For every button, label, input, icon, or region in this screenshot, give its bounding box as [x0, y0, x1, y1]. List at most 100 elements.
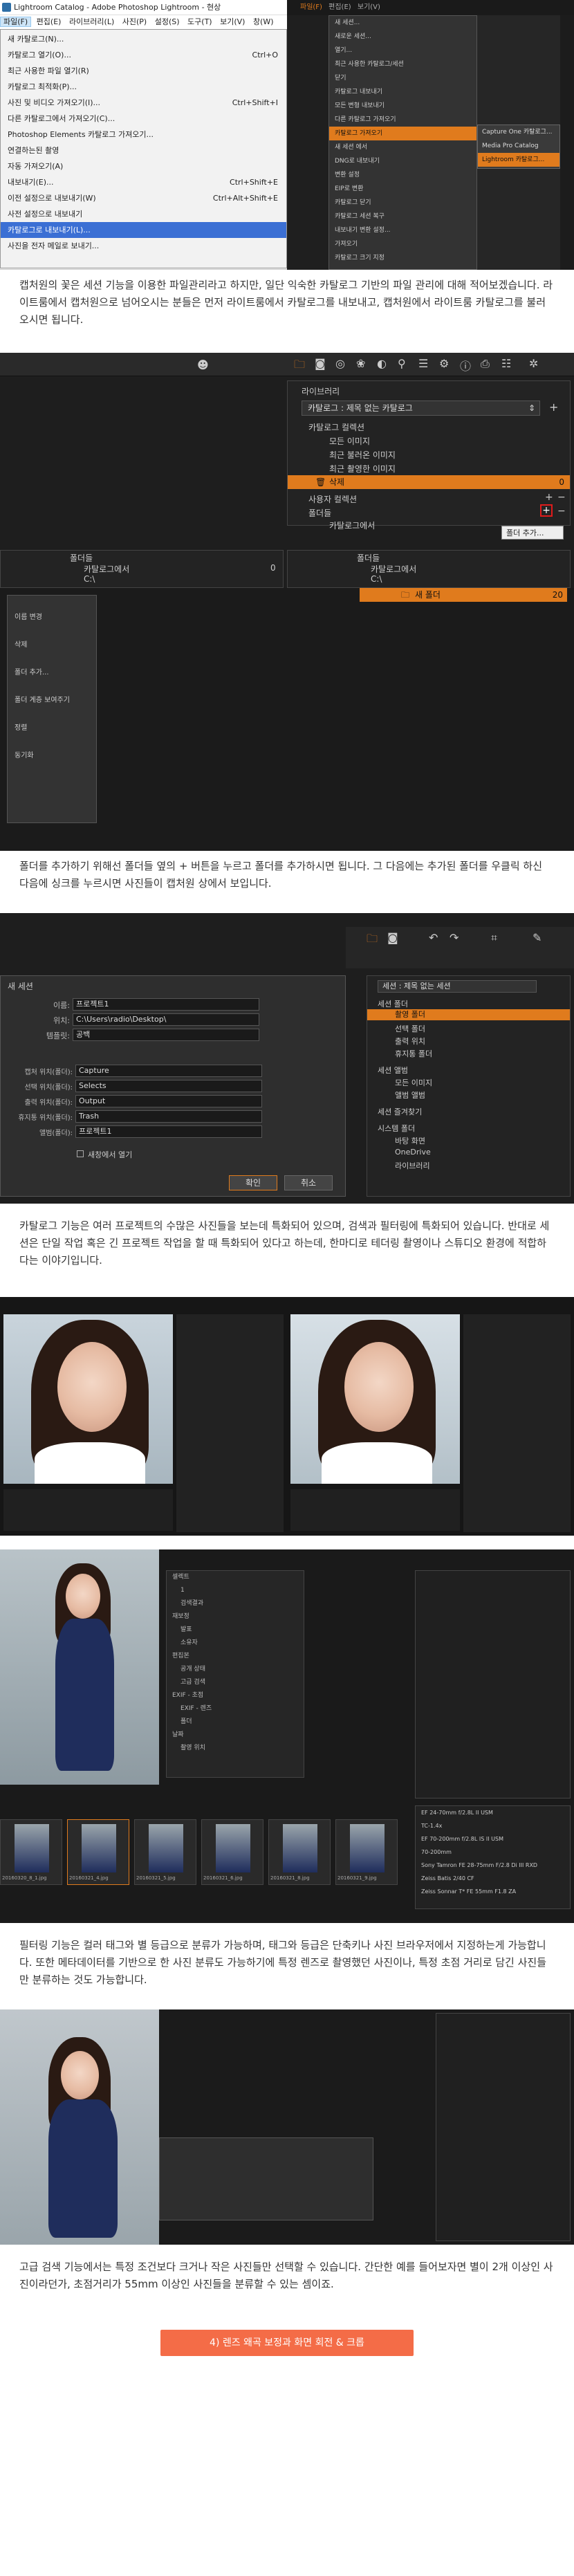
context-menu-item[interactable]: 폴더 계층 보여주기 — [8, 692, 96, 709]
folder-icon[interactable]: 🗀 — [294, 357, 305, 376]
folders-left-drive[interactable]: C:\ — [84, 574, 95, 584]
pen-icon[interactable]: ✎ — [533, 931, 541, 944]
file-menu-item[interactable]: 사진 및 비디오 가져오기(I)... Ctrl+Shift+I — [1, 95, 286, 111]
menu-tools[interactable]: 도구(T) — [185, 17, 215, 26]
filter-item[interactable]: 소유자 — [167, 1637, 304, 1650]
lens-icon[interactable]: ◎ — [335, 357, 345, 370]
captureone-menu-item[interactable]: EIP로 변환 — [329, 182, 476, 196]
context-menu-item[interactable]: 동기화 — [8, 748, 96, 764]
dialog-field-input[interactable]: C:\Users\radio\Desktop\ — [73, 1013, 259, 1026]
thumbnail[interactable]: 20160321_4.jpg — [67, 1819, 129, 1885]
menu-photo[interactable]: 사진(P) — [120, 17, 149, 26]
session-select-folder[interactable]: 선택 폴더 — [395, 1023, 425, 1034]
collection-all-images[interactable]: 모든 이미지 — [329, 435, 370, 447]
file-menu-item[interactable]: 내보내기(E)... Ctrl+Shift+E — [1, 174, 286, 190]
ok-button[interactable]: 확인 — [229, 1175, 277, 1190]
session-trash-folder[interactable]: 휴지통 폴더 — [395, 1048, 432, 1059]
captureone-menu-item[interactable]: 새 세션 에서 — [329, 140, 476, 154]
menu-window[interactable]: 창(W) — [250, 17, 277, 26]
undo-icon[interactable]: ↶ — [429, 931, 438, 944]
thumbnail[interactable]: 20160321_6.jpg — [201, 1819, 263, 1885]
layers-icon[interactable]: ☰ — [418, 357, 428, 370]
section-button[interactable]: 4) 렌즈 왜곡 보정과 화면 회전 & 크롭 — [160, 2330, 414, 2356]
filter-item[interactable]: 재보정 — [167, 1610, 304, 1623]
menu-settings[interactable]: 설정(S) — [152, 17, 183, 26]
color-icon[interactable]: ❀ — [356, 357, 365, 370]
captureone-menu-item[interactable]: 카탈로그 닫기 — [329, 196, 476, 210]
file-menu-item[interactable]: 이전 설정으로 내보내기(W) Ctrl+Alt+Shift+E — [1, 190, 286, 206]
captureone-menu-item[interactable]: 카탈로그 크기 지정 — [329, 251, 476, 265]
captureone-menu-item[interactable]: 카탈로그 가져오기 — [329, 127, 476, 140]
camera-icon[interactable]: ◙ — [387, 931, 398, 944]
context-menu-item[interactable]: 삭제 — [8, 637, 96, 654]
folder-icon[interactable]: 🗀 — [367, 931, 378, 950]
exposure-icon[interactable]: ◐ — [377, 357, 387, 370]
context-menu-item[interactable]: 폴더 추가... — [8, 665, 96, 681]
captureone-menu-item[interactable]: 내보내기 변환 설정... — [329, 223, 476, 237]
dialog-folder-input[interactable]: Output — [75, 1095, 262, 1107]
collection-recent-captured[interactable]: 최근 촬영한 이미지 — [329, 463, 396, 475]
lens-list-item[interactable]: Zeiss Batis 2/40 CF — [416, 1872, 570, 1885]
menu-view[interactable]: 보기(V) — [217, 17, 248, 26]
captureone-menu-item[interactable]: 모든 변형 내보내기 — [329, 99, 476, 113]
adjust-icon[interactable]: ⚙ — [439, 357, 449, 370]
dialog-folder-input[interactable]: Capture — [75, 1065, 262, 1077]
system-onedrive[interactable]: OneDrive — [395, 1148, 431, 1157]
context-menu-item[interactable]: 이름 변경 — [8, 609, 96, 626]
import-submenu-item[interactable]: Media Pro Catalog — [478, 139, 559, 153]
user-collections-minus-icon[interactable]: − — [557, 492, 566, 503]
filter-item[interactable]: 셀렉트 — [167, 1571, 304, 1584]
captureone-menu-item[interactable]: 최근 사용한 카탈로그/세션 — [329, 57, 476, 71]
filter-item[interactable]: 촬영 위치 — [167, 1742, 304, 1755]
file-menu-item[interactable]: Photoshop Elements 카탈로그 가져오기... — [1, 127, 286, 142]
dialog-folder-input[interactable]: Trash — [75, 1110, 262, 1123]
system-desktop[interactable]: 바탕 화면 — [395, 1135, 425, 1146]
session-all-images[interactable]: 모든 이미지 — [395, 1077, 432, 1088]
metadata-icon[interactable]: ⓘ — [460, 357, 471, 374]
settings-icon[interactable]: ✲ — [529, 357, 538, 370]
camera-icon[interactable]: ◙ — [315, 357, 326, 370]
thumbnail[interactable]: 20160320_8_1.jpg — [0, 1819, 62, 1885]
dialog-field-input[interactable]: 공백 — [73, 1029, 259, 1041]
session-output-folder[interactable]: 출력 위치 — [395, 1036, 425, 1047]
lens-list-item[interactable]: 70-200mm — [416, 1846, 570, 1859]
file-menu-item[interactable]: 사전 설정으로 내보내기 — [1, 206, 286, 222]
captureone-menu-item[interactable]: DNG로 내보내기 — [329, 154, 476, 168]
captureone-menu-item[interactable]: 새로운 세션... — [329, 30, 476, 44]
filter-item[interactable]: 고급 검색 — [167, 1676, 304, 1689]
file-menu-active[interactable]: 파일(F) — [298, 3, 324, 11]
filter-item[interactable]: 폴더 — [167, 1715, 304, 1729]
file-menu-item[interactable]: 카탈로그 최적화(P)... — [1, 79, 286, 95]
captureone-menu-item[interactable]: 새 세션... — [329, 16, 476, 30]
folders-right-drive[interactable]: C:\ — [371, 574, 382, 584]
dialog-folder-input[interactable]: 프로젝트1 — [75, 1125, 262, 1138]
filter-item[interactable]: 1 — [167, 1584, 304, 1597]
file-menu-item[interactable]: 카탈로그로 내보내기(L)... — [1, 222, 286, 238]
captureone-menu-item[interactable]: 카탈로그 내보내기 — [329, 85, 476, 99]
menu-edit[interactable]: 편집(E) — [34, 17, 64, 26]
lens-list-item[interactable]: Zeiss Sonnar T* FE 55mm F1.8 ZA — [416, 1885, 570, 1898]
folder-item-in-catalog[interactable]: 카탈로그에서 — [329, 519, 375, 531]
dialog-field-input[interactable]: 프로젝트1 — [73, 998, 259, 1011]
file-menu-item[interactable]: 새 카탈로그(N)... — [1, 31, 286, 47]
file-menu-item[interactable]: 다른 카탈로그에서 가져오기(C)... — [1, 111, 286, 127]
file-menu-item[interactable]: 최근 사용한 파일 열기(R) — [1, 63, 286, 79]
system-library[interactable]: 라이브러리 — [395, 1160, 430, 1171]
catalog-select[interactable]: 카탈로그 : 제목 없는 카탈로그 ⇕ — [302, 401, 540, 416]
import-submenu-item[interactable]: Capture One 카탈로그... — [478, 125, 559, 139]
captureone-menu-item[interactable]: 변환 설정 — [329, 168, 476, 182]
lens-list-item[interactable]: Sony Tamron FE 28-75mm F/2.8 Di III RXD — [416, 1859, 570, 1872]
folders-minus-icon[interactable]: − — [557, 506, 566, 517]
details-icon[interactable]: ⚲ — [398, 357, 406, 370]
filter-item[interactable]: 편집본 — [167, 1650, 304, 1663]
file-menu-item[interactable]: 카탈로그 열기(O)... Ctrl+O — [1, 47, 286, 63]
lens-list-item[interactable]: EF 70-200mm f/2.8L IS II USM — [416, 1832, 570, 1846]
new-folder-row[interactable]: 🗀 새 폴더 20 — [360, 588, 567, 602]
lens-list-item[interactable]: EF 24-70mm f/2.8L II USM — [416, 1806, 570, 1819]
captureone-menu-item[interactable]: 닫기 — [329, 71, 476, 85]
collection-trash-row[interactable]: 🗑 삭제 0 — [288, 475, 570, 489]
menu-library[interactable]: 라이브러리(L) — [66, 17, 117, 26]
batch-icon[interactable]: ☷ — [501, 357, 511, 370]
captureone-menu-item[interactable]: 카탈로그 세션 복구 — [329, 210, 476, 223]
thumbnail[interactable]: 20160321_5.jpg — [134, 1819, 196, 1885]
